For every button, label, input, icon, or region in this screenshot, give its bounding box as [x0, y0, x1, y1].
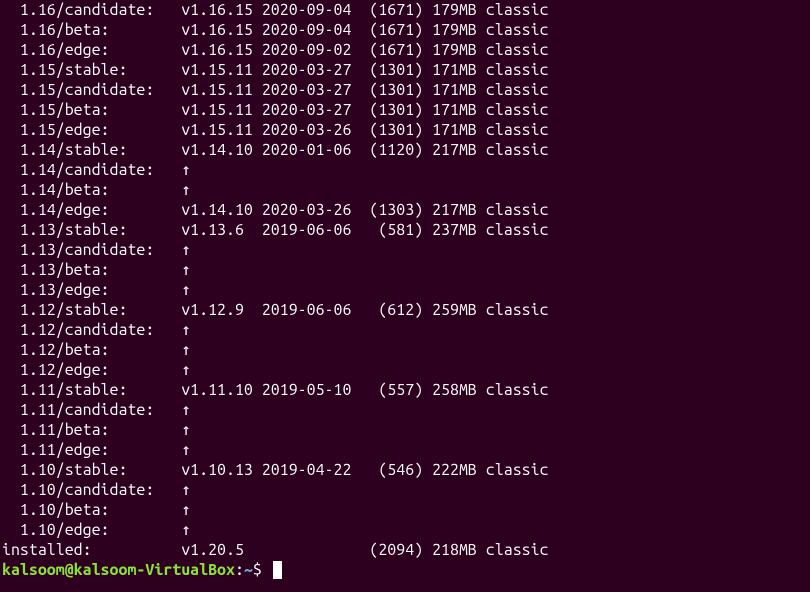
output-row: 1.10/stable: v1.10.13 2019-04-22 (546) 2…	[2, 460, 808, 480]
output-row: 1.11/edge: ↑	[2, 440, 808, 460]
output-row: 1.11/beta: ↑	[2, 420, 808, 440]
terminal-output[interactable]: 1.16/candidate: v1.16.15 2020-09-04 (167…	[0, 0, 810, 580]
output-row: 1.15/candidate: v1.15.11 2020-03-27 (130…	[2, 80, 808, 100]
prompt-separator: :	[235, 561, 244, 579]
output-row: 1.10/candidate: ↑	[2, 480, 808, 500]
output-row: 1.11/candidate: ↑	[2, 400, 808, 420]
cursor	[273, 561, 282, 579]
prompt-line[interactable]: kalsoom@kalsoom-VirtualBox:~$	[2, 560, 808, 580]
output-row: 1.14/stable: v1.14.10 2020-01-06 (1120) …	[2, 140, 808, 160]
output-row: 1.13/candidate: ↑	[2, 240, 808, 260]
output-row: 1.16/candidate: v1.16.15 2020-09-04 (167…	[2, 0, 808, 20]
output-row: 1.13/edge: ↑	[2, 280, 808, 300]
output-row: 1.14/candidate: ↑	[2, 160, 808, 180]
output-row: 1.16/beta: v1.16.15 2020-09-04 (1671) 17…	[2, 20, 808, 40]
output-row: 1.15/beta: v1.15.11 2020-03-27 (1301) 17…	[2, 100, 808, 120]
output-row: 1.16/edge: v1.16.15 2020-09-02 (1671) 17…	[2, 40, 808, 60]
output-row: 1.13/beta: ↑	[2, 260, 808, 280]
output-row: 1.10/edge: ↑	[2, 520, 808, 540]
output-row: 1.11/stable: v1.11.10 2019-05-10 (557) 2…	[2, 380, 808, 400]
output-row: 1.10/beta: ↑	[2, 500, 808, 520]
output-row: 1.12/edge: ↑	[2, 360, 808, 380]
output-row: 1.14/edge: v1.14.10 2020-03-26 (1303) 21…	[2, 200, 808, 220]
output-row: 1.13/stable: v1.13.6 2019-06-06 (581) 23…	[2, 220, 808, 240]
prompt-path: ~	[244, 561, 253, 579]
output-row: 1.12/stable: v1.12.9 2019-06-06 (612) 25…	[2, 300, 808, 320]
prompt-user-host: kalsoom@kalsoom-VirtualBox	[2, 561, 235, 579]
output-row: 1.12/candidate: ↑	[2, 320, 808, 340]
output-row: installed: v1.20.5 (2094) 218MB classic	[2, 540, 808, 560]
output-row: 1.15/stable: v1.15.11 2020-03-27 (1301) …	[2, 60, 808, 80]
output-row: 1.15/edge: v1.15.11 2020-03-26 (1301) 17…	[2, 120, 808, 140]
output-row: 1.14/beta: ↑	[2, 180, 808, 200]
output-row: 1.12/beta: ↑	[2, 340, 808, 360]
prompt-dollar: $	[253, 561, 271, 579]
